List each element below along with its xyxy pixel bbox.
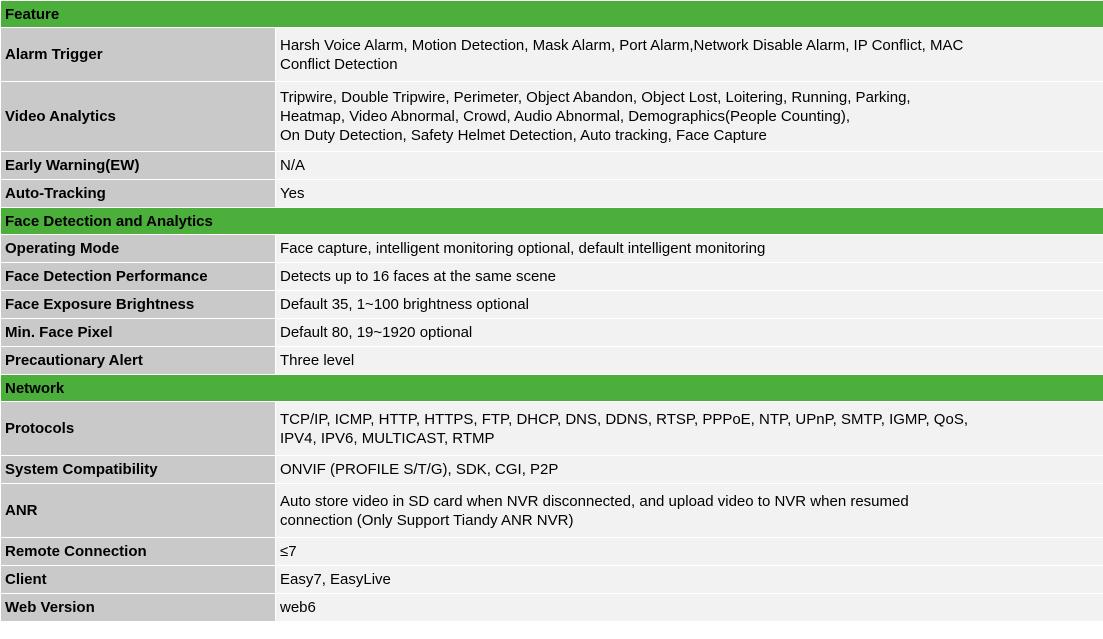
spec-label: Face Exposure Brightness [0, 290, 276, 319]
table-row: Early Warning(EW) N/A [0, 151, 1103, 180]
spec-value: ONVIF (PROFILE S/T/G), SDK, CGI, P2P [275, 455, 1103, 484]
spec-label: ANR [0, 483, 276, 538]
spec-value: N/A [275, 151, 1103, 180]
section-title: Network [0, 374, 1103, 402]
spec-label: Remote Connection [0, 537, 276, 566]
table-row: Alarm Trigger Harsh Voice Alarm, Motion … [0, 27, 1103, 82]
spec-value: Default 35, 1~100 brightness optional [275, 290, 1103, 319]
spec-value: ≤7 [275, 537, 1103, 566]
spec-label: Early Warning(EW) [0, 151, 276, 180]
spec-label: Precautionary Alert [0, 346, 276, 375]
spec-label: Video Analytics [0, 81, 276, 152]
spec-value: Default 80, 19~1920 optional [275, 318, 1103, 347]
spec-value: Tripwire, Double Tripwire, Perimeter, Ob… [275, 81, 1103, 152]
spec-value: Yes [275, 179, 1103, 208]
table-row: Precautionary Alert Three level [0, 346, 1103, 375]
spec-value: Detects up to 16 faces at the same scene [275, 262, 1103, 291]
spec-label: Web Version [0, 593, 276, 622]
spec-label: Client [0, 565, 276, 594]
spec-label: Alarm Trigger [0, 27, 276, 82]
spec-value: Face capture, intelligent monitoring opt… [275, 234, 1103, 263]
table-row: System Compatibility ONVIF (PROFILE S/T/… [0, 455, 1103, 484]
table-row: Auto-Tracking Yes [0, 179, 1103, 208]
spec-value: TCP/IP, ICMP, HTTP, HTTPS, FTP, DHCP, DN… [275, 401, 1103, 456]
spec-value: Harsh Voice Alarm, Motion Detection, Mas… [275, 27, 1103, 82]
table-row: Face Exposure Brightness Default 35, 1~1… [0, 290, 1103, 319]
spec-label: Auto-Tracking [0, 179, 276, 208]
table-row: Video Analytics Tripwire, Double Tripwir… [0, 81, 1103, 152]
spec-label: System Compatibility [0, 455, 276, 484]
spec-value: Auto store video in SD card when NVR dis… [275, 483, 1103, 538]
spec-label: Min. Face Pixel [0, 318, 276, 347]
spec-value: web6 [275, 593, 1103, 622]
section-header-network: Network [0, 374, 1103, 402]
table-row: Face Detection Performance Detects up to… [0, 262, 1103, 291]
section-header-feature: Feature [0, 0, 1103, 28]
table-row: Protocols TCP/IP, ICMP, HTTP, HTTPS, FTP… [0, 401, 1103, 456]
table-row: Web Version web6 [0, 593, 1103, 622]
spec-value: Three level [275, 346, 1103, 375]
section-title: Feature [0, 0, 1103, 28]
spec-value: Easy7, EasyLive [275, 565, 1103, 594]
section-header-face-detection: Face Detection and Analytics [0, 207, 1103, 235]
table-row: Client Easy7, EasyLive [0, 565, 1103, 594]
spec-label: Protocols [0, 401, 276, 456]
table-row: ANR Auto store video in SD card when NVR… [0, 483, 1103, 538]
spec-table: Feature Alarm Trigger Harsh Voice Alarm,… [0, 0, 1103, 622]
table-row: Remote Connection ≤7 [0, 537, 1103, 566]
spec-label: Operating Mode [0, 234, 276, 263]
spec-label: Face Detection Performance [0, 262, 276, 291]
section-title: Face Detection and Analytics [0, 207, 1103, 235]
table-row: Min. Face Pixel Default 80, 19~1920 opti… [0, 318, 1103, 347]
table-row: Operating Mode Face capture, intelligent… [0, 234, 1103, 263]
